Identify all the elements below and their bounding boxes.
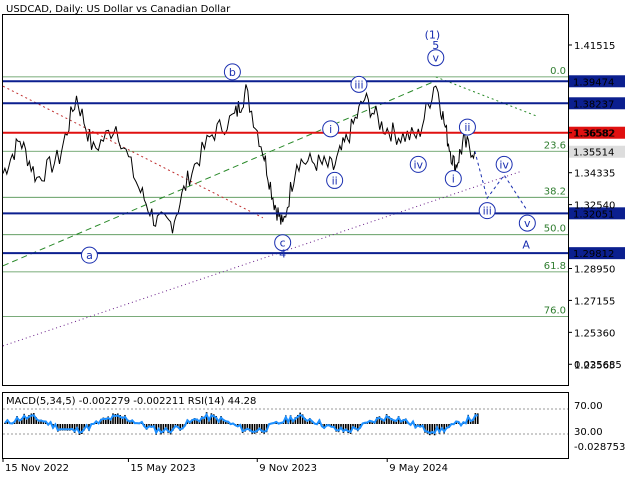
wave-label-16: A [522,238,530,251]
chart-title: USDCAD, Daily: US Dollar vs Canadian Dol… [6,4,231,15]
wave-label-6: iii [354,78,363,91]
fibo-label-0.0: 0.0 [550,66,566,77]
macd-axis-label-0: 0.025685 [574,360,622,371]
x-tick-label-0: 15 Nov 2022 [5,463,69,474]
macd-axis-label-2: 30.00 [574,427,603,438]
y-tick-label-1.36582: 1.36582 [574,129,615,140]
fibo-label-76.0: 76.0 [544,306,566,317]
y-tick-label-1.41515: 1.41515 [574,41,615,52]
wave-label-7: iv [413,158,423,171]
wave-label-4: i [329,123,332,136]
wave-label-12: i [452,173,455,186]
fibo-label-38.2: 38.2 [544,186,566,197]
wave-label-8: v [433,52,440,65]
wave-label-5: ii [332,174,338,187]
level-label-1.29812: 1.29812 [573,249,614,260]
y-tick-label-1.34335: 1.34335 [574,169,615,180]
fibo-label-61.8: 61.8 [544,261,566,272]
wave-label-10: 5 [432,39,439,52]
macd-axis-label-1: 70.00 [574,401,603,412]
fibo-label-23.6: 23.6 [544,140,566,151]
y-tick-label-1.25360: 1.25360 [574,328,615,339]
level-label-1.35514: 1.35514 [573,148,614,159]
fibo-label-50.0: 50.0 [544,224,566,235]
x-tick-label-3: 9 May 2024 [389,463,448,474]
level-label-1.39474: 1.39474 [573,77,614,88]
wave-label-11: ii [464,121,470,134]
macd-axis-label-3: -0.028753 [574,442,625,453]
macd-header: MACD(5,34,5) -0.002279 -0.002211 RSI(14)… [6,396,256,407]
y-tick-label-1.32540: 1.32540 [574,201,615,212]
y-axis: 1.41515 1.36582 1.34335 1.32540 1.28950 1.271… [568,41,615,371]
wave-label-0: a [86,249,93,262]
x-tick-label-2: 9 Nov 2023 [259,463,317,474]
wave-label-13: iv [499,158,509,171]
wave-label-15: v [524,217,531,230]
wave-label-14: iii [483,205,492,218]
wave-label-1: b [229,66,236,79]
x-axis: 15 Nov 2022 15 May 2023 9 Nov 2023 9 May 20… [2,458,448,474]
y-tick-label-1.27155: 1.27155 [574,296,615,307]
wave-label-3: 4 [279,247,286,260]
chart-canvas[interactable]: 0.023.638.250.061.876.0 1.394741.382371.… [0,0,640,480]
main-panel [2,14,569,386]
y-tick-label-1.28950: 1.28950 [574,264,615,275]
x-tick-label-1: 15 May 2023 [130,463,195,474]
level-label-1.38237: 1.38237 [573,99,614,110]
